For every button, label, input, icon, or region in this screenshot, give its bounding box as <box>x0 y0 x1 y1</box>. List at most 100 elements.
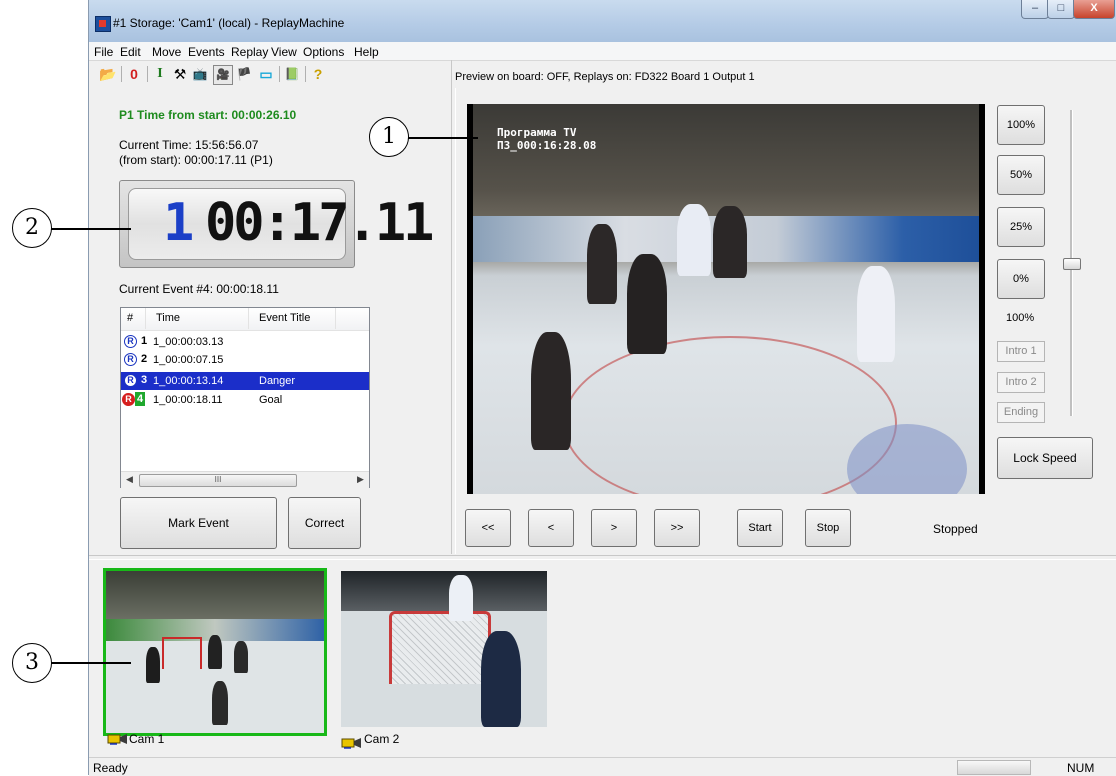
stop-button[interactable]: Stop <box>805 509 851 547</box>
menu-bar: File Edit Move Events Replay View Option… <box>89 42 1116 61</box>
lcd-player-number: 1 <box>163 193 194 253</box>
osd-timecode: П3_000:16:28.08 <box>497 139 597 152</box>
title-bar[interactable]: #1 Storage: 'Cam1' (local) - ReplayMachi… <box>89 0 1116 42</box>
panel-divider <box>451 88 456 554</box>
step-forward-button[interactable]: > <box>591 509 637 547</box>
video-preview[interactable]: Программа TV П3_000:16:28.08 <box>467 104 985 494</box>
menu-replay[interactable]: Replay <box>231 45 268 59</box>
tv-icon[interactable]: 📺 <box>191 65 209 83</box>
minimize-button[interactable]: – <box>1021 0 1049 19</box>
speed-50-button[interactable]: 50% <box>997 155 1045 195</box>
ending-button[interactable]: Ending <box>997 402 1045 423</box>
callout-leader-line <box>51 228 131 230</box>
current-time: Current Time: 15:56:56.07 <box>119 138 259 152</box>
hockey-player <box>531 332 571 450</box>
event-number: 2 <box>141 353 148 365</box>
event-row[interactable]: R 2 1_00:00:07.15 <box>121 351 369 369</box>
lcd-clock: 1 00:17.11 <box>119 180 434 268</box>
current-event: Current Event #4: 00:00:18.11 <box>119 282 279 296</box>
speed-0-button[interactable]: 0% <box>997 259 1045 299</box>
toolbar-separator <box>147 66 148 82</box>
replay-icon: R <box>122 393 135 406</box>
scroll-right-icon[interactable]: ▶ <box>357 474 364 485</box>
list-icon[interactable]: 📗 <box>283 65 301 83</box>
hockey-player <box>677 204 711 276</box>
intro-2-button[interactable]: Intro 2 <box>997 372 1045 393</box>
toolbar: 📂 0 I ⚒ 📺 🎥 🏴 ▭ 📗 ? <box>89 61 447 87</box>
step-back-button[interactable]: < <box>528 509 574 547</box>
menu-help[interactable]: Help <box>354 45 379 59</box>
callout-leader-line <box>51 662 131 664</box>
event-list[interactable]: # Time Event Title R 1 1_00:00:03.13 R 2… <box>120 307 370 488</box>
fast-forward-button[interactable]: >> <box>654 509 700 547</box>
camera-icon <box>341 738 361 749</box>
scrollbar-thumb[interactable]: III <box>139 474 297 487</box>
callout-leader-line <box>408 137 478 139</box>
column-header-number[interactable]: # <box>127 312 133 324</box>
app-window: #1 Storage: 'Cam1' (local) - ReplayMachi… <box>88 0 1116 776</box>
camera-thumbnail-cam1[interactable] <box>103 568 327 736</box>
menu-options[interactable]: Options <box>303 45 344 59</box>
menu-view[interactable]: View <box>271 45 297 59</box>
app-icon <box>95 16 111 32</box>
event-row-selected[interactable]: R 3 1_00:00:13.14 Danger <box>121 372 369 390</box>
event-row[interactable]: R 1 1_00:00:03.13 <box>121 333 369 351</box>
replay-icon: R <box>124 353 137 366</box>
screen-icon[interactable]: ▭ <box>257 65 275 83</box>
scroll-left-icon[interactable]: ◀ <box>126 474 133 485</box>
speed-100-button[interactable]: 100% <box>997 105 1045 145</box>
camera-label-cam2: Cam 2 <box>364 732 400 746</box>
cursor-i-icon[interactable]: I <box>151 65 169 83</box>
close-button[interactable]: X <box>1073 0 1115 19</box>
mark-event-button[interactable]: Mark Event <box>120 497 277 549</box>
speed-25-button[interactable]: 25% <box>997 207 1045 247</box>
intro-1-button[interactable]: Intro 1 <box>997 341 1045 362</box>
hockey-player <box>857 266 895 362</box>
speed-value: 100% <box>1006 312 1035 324</box>
help-icon[interactable]: ? <box>309 65 327 83</box>
open-folder-icon[interactable]: 📂 <box>99 65 117 83</box>
tools-icon[interactable]: ⚒ <box>171 65 189 83</box>
current-event-badge: 4 <box>135 392 145 406</box>
speed-slider-thumb[interactable] <box>1063 258 1081 270</box>
num-lock-indicator: NUM <box>1067 761 1095 775</box>
toolbar-separator <box>305 66 306 82</box>
column-header-time[interactable]: Time <box>156 312 180 324</box>
cam-event-icon[interactable]: 🎥 <box>213 65 233 85</box>
horizontal-scrollbar[interactable]: ◀ III ▶ <box>121 471 369 488</box>
event-title: Goal <box>259 394 283 406</box>
playback-status: Stopped <box>933 522 978 536</box>
lock-speed-button[interactable]: Lock Speed <box>997 437 1093 479</box>
menu-move[interactable]: Move <box>152 45 181 59</box>
hockey-player <box>627 254 667 354</box>
replay-icon: R <box>124 374 137 387</box>
hockey-player <box>587 224 617 304</box>
status-panel <box>957 760 1031 775</box>
p1-time-from-start: P1 Time from start: 00:00:26.10 <box>119 108 297 122</box>
hockey-player <box>713 206 747 278</box>
start-button[interactable]: Start <box>737 509 783 547</box>
fast-rewind-button[interactable]: << <box>465 509 511 547</box>
event-number: 3 <box>141 374 148 386</box>
menu-file[interactable]: File <box>94 45 113 59</box>
event-time: 1_00:00:18.11 <box>153 394 223 406</box>
column-header-event-title[interactable]: Event Title <box>259 312 310 324</box>
record-zero-icon[interactable]: 0 <box>125 65 143 83</box>
menu-events[interactable]: Events <box>188 45 225 59</box>
maximize-button[interactable]: □ <box>1047 0 1075 19</box>
replay-icon: R <box>124 335 137 348</box>
event-time: 1_00:00:13.14 <box>153 375 224 387</box>
menu-edit[interactable]: Edit <box>120 45 141 59</box>
camera-thumbnail-cam2[interactable] <box>341 571 547 727</box>
event-title: Danger <box>259 375 296 387</box>
callout-3: 3 <box>12 643 52 683</box>
event-time: 1_00:00:03.13 <box>153 336 224 348</box>
preview-info-text: Preview on board: OFF, Replays on: FD322… <box>455 71 755 83</box>
correct-button[interactable]: Correct <box>288 497 361 549</box>
event-row-current[interactable]: R 4 1_00:00:18.11 Goal <box>121 391 369 409</box>
flag-icon[interactable]: 🏴 <box>235 65 253 83</box>
lcd-time: 00:17.11 <box>205 193 434 253</box>
event-number: 1 <box>141 335 148 347</box>
callout-2: 2 <box>12 208 52 248</box>
osd-program-name: Программа TV <box>497 126 577 139</box>
